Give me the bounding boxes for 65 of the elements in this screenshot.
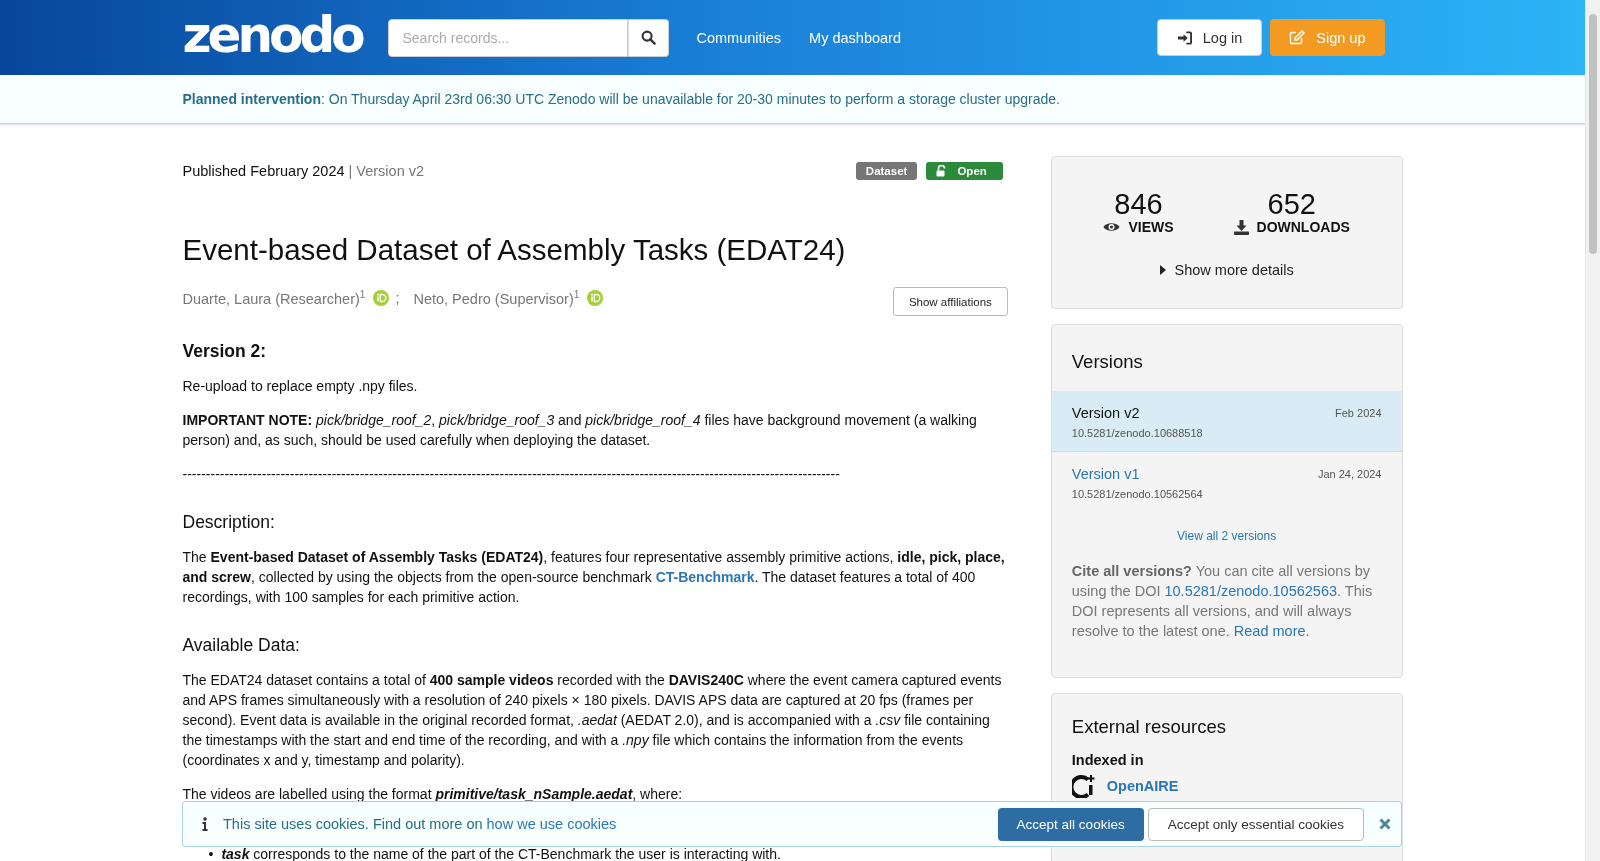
accept-all-button[interactable]: Accept all cookies <box>997 807 1144 841</box>
search-button[interactable] <box>627 18 669 57</box>
paragraph: IMPORTANT NOTE: pick/bridge_roof_2, pick/bridge_roof_3 and pick/bridge_roof_4 files have background movement (a walking person) and, as such, should be used carefully when deploying the dataset. <box>182 411 978 450</box>
logo[interactable]: zenodo <box>182 6 388 63</box>
version-label: Version v2 <box>1071 405 1140 421</box>
orcid-icon[interactable] <box>373 289 390 306</box>
close-icon[interactable] <box>1379 818 1391 830</box>
paragraph: The Event-based Dataset of Assembly Tasks (EDAT24), features four representative assembly primitive actions, idle, pick, place, and screw, collected by using the objects from the open-source benchmark CT-Benchmark. The dataset features a total of 400 recordings, with 100 samples for each primitive action. <box>182 548 1006 607</box>
orcid-icon[interactable] <box>587 289 604 306</box>
notice-text: Planned intervention: On Thursday April 23rd 06:30 UTC Zenodo will be unavailable for 20-30 minutes to perform a storage cluster upgrade. <box>182 91 1061 107</box>
version-item[interactable]: Version v2 Feb 2024 10.5281/zenodo.10688518 <box>1051 391 1402 452</box>
show-affiliations-button[interactable]: Show affiliations <box>892 287 1008 316</box>
resource-type-badge: Dataset <box>855 162 918 180</box>
caret-right-icon <box>1159 265 1166 275</box>
indexer-link[interactable]: OpenAIRE <box>1106 778 1179 794</box>
login-icon <box>1176 30 1192 45</box>
bullet: • <box>208 847 214 861</box>
paragraph: Re-upload to replace empty .npy files. <box>182 377 419 396</box>
version-item[interactable]: Version v1 Jan 24, 2024 10.5281/zenodo.10562564 <box>1051 452 1402 513</box>
edit-icon <box>1289 30 1306 45</box>
section-heading: Description: <box>182 512 276 533</box>
stat-label: DOWNLOADS <box>1256 219 1350 235</box>
access-badge: Open <box>926 162 1003 180</box>
stat-value: 846 <box>1114 189 1163 219</box>
paragraph: The EDAT24 dataset contains a total of 400 sample videos recorded with the DAVIS240C where the event camera captured events and APS frames simultaneously with a resolution of 240 pixels × 180 pixels. DAVIS APS data are captured at 20 fps (frames per second). Event data is available in the original recorded format, .aedat (AEDAT 2.0), and is accompanied with a .csv file containing the timestamps with the start and end time of the recording, and with a .npy file which contains the information from the events (coordinates x and y, timestamp and polarity). <box>182 671 1003 770</box>
stat-label: VIEWS <box>1128 219 1174 235</box>
info-icon <box>202 817 208 831</box>
version-doi: 10.5281/zenodo.10562564 <box>1071 488 1204 500</box>
record-title: Event-based Dataset of Assembly Tasks (EDAT24) <box>182 232 847 268</box>
download-icon <box>1233 219 1249 235</box>
paragraph: --------------------------------------------------------------------------------------------------------------------------------------------- <box>182 465 841 484</box>
cookie-message: This site uses cookies. Find out more on how we use cookies <box>223 816 617 832</box>
unlock-icon <box>936 165 948 177</box>
card-title: External resources <box>1070 715 1228 739</box>
separator: ; <box>395 289 400 306</box>
section-heading: Available Data: <box>182 635 301 656</box>
doi-link[interactable]: Read more <box>1233 623 1306 639</box>
version-doi: 10.5281/zenodo.10688518 <box>1071 427 1204 439</box>
publication-date: Published February 2024 <box>182 163 345 179</box>
show-more-details-toggle[interactable]: Show more details <box>1153 261 1300 279</box>
list-item: task corresponds to the name of the part of the CT-Benchmark the user is interacting with. <box>221 847 781 861</box>
cookie-policy-link[interactable]: how we use cookies <box>486 816 617 832</box>
scrollbar-thumb[interactable] <box>1589 14 1597 254</box>
scrollbar[interactable] <box>1585 0 1600 861</box>
eye-icon <box>1103 221 1121 233</box>
view-all-versions-link[interactable]: View all 2 versions <box>1177 529 1277 543</box>
version-date: Feb 2024 <box>1335 407 1382 419</box>
creator-link[interactable]: Duarte, Laura (Researcher)$^{1}$ <box>182 288 366 307</box>
nav-link[interactable]: Communities <box>696 29 782 46</box>
version-label: | Version v2 <box>348 163 425 179</box>
creator-link[interactable]: Neto, Pedro (Supervisor)$^{1}$ <box>413 288 580 307</box>
card-title: Versions <box>1070 350 1144 374</box>
stat-value: 652 <box>1267 189 1316 219</box>
ring-logo-icon <box>1071 774 1095 798</box>
log-in-button[interactable]: Log in <box>1156 19 1263 56</box>
version-label: Version v1 <box>1071 466 1140 482</box>
search-field[interactable]: Search records... <box>387 18 628 57</box>
version-date: Jan 24, 2024 <box>1317 468 1382 480</box>
cite-note: Cite all versions? You can cite all versions by using the DOI 10.5281/zenodo.10562563. This DOI represents all versions, and will always resolve to the latest one. Read more. <box>1071 562 1374 641</box>
section-heading: Version 2: <box>182 341 268 362</box>
indexed-in-label: Indexed in <box>1070 752 1145 768</box>
accept-essential-button[interactable]: Accept only essential cookies <box>1147 807 1364 841</box>
search-icon <box>640 30 656 45</box>
paragraph: The videos are labelled using the format primitive/task_nSample.aedat, where: <box>182 785 684 804</box>
nav-link[interactable]: My dashboard <box>809 29 901 46</box>
